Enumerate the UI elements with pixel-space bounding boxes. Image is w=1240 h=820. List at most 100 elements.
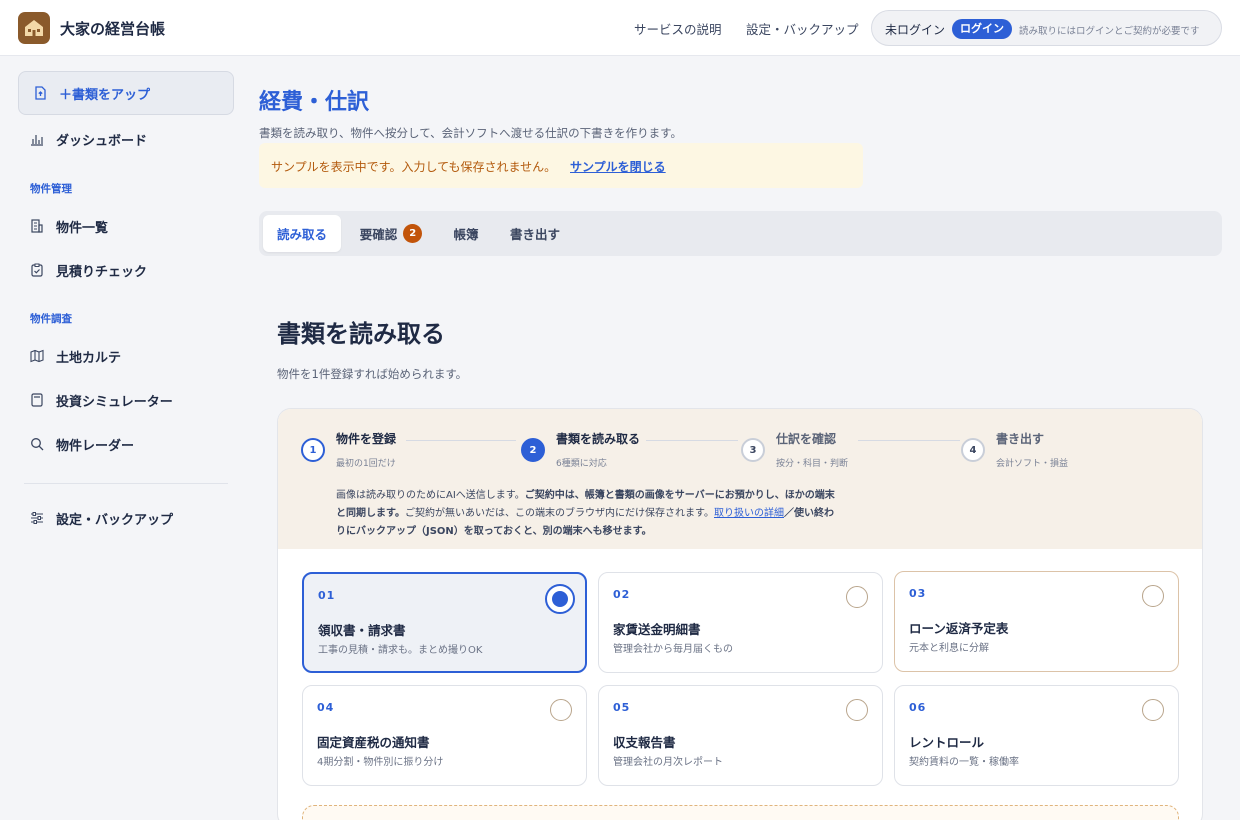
section-description: 物件を1件登録すれば始められます。 — [277, 367, 468, 381]
sidebar-divider — [24, 483, 228, 484]
step-connector — [646, 440, 738, 441]
doc-title: レントロール — [909, 735, 985, 750]
building-icon — [31, 219, 43, 233]
doc-number: 05 — [613, 701, 631, 714]
step-1-label: 物件を登録 — [336, 432, 397, 446]
sample-notice-text: サンプルを表示中です。入力しても保存されません。 — [271, 160, 557, 174]
radio-unselected[interactable] — [1142, 585, 1164, 607]
app-name: 大家の経営台帳 — [60, 19, 166, 38]
radio-unselected[interactable] — [846, 586, 868, 608]
doc-type-card-loan-schedule[interactable]: 03 ローン返済予定表 元本と利息に分解 — [894, 571, 1179, 672]
ai-data-notice: 画像は読み取りのためにAIへ送信します。ご契約中は、帳簿と書類の画像をサーバーに… — [336, 487, 836, 541]
doc-subtitle: 契約賃料の一覧・稼働率 — [909, 757, 1019, 768]
page-title: 経費・仕訳 — [259, 90, 370, 115]
doc-number: 02 — [613, 588, 631, 601]
login-button[interactable]: ログイン — [952, 19, 1012, 39]
radio-unselected[interactable] — [1142, 699, 1164, 721]
doc-subtitle: 工事の見積・請求も。まとめ撮りOK — [318, 645, 483, 656]
sidebar-item-label: 物件レーダー — [56, 438, 135, 454]
tab-ledger[interactable]: 帳簿 — [441, 215, 491, 252]
doc-number: 04 — [317, 701, 335, 714]
doc-number: 03 — [909, 587, 927, 600]
sidebar-item-label: 土地カルテ — [56, 350, 122, 366]
sidebar-item-label: 見積りチェック — [56, 264, 148, 280]
doc-subtitle: 管理会社の月次レポート — [613, 757, 723, 768]
sidebar-item-estimate-check[interactable]: 見積りチェック — [30, 258, 147, 282]
tab-read[interactable]: 読み取る — [263, 215, 341, 252]
radio-unselected[interactable] — [550, 699, 572, 721]
login-status-pill: 未ログイン ログイン 読み取りにはログインとご契約が必要です — [871, 10, 1222, 46]
sidebar-item-dashboard[interactable]: ダッシュボード — [30, 127, 147, 151]
sidebar-section-research: 物件調査 — [30, 313, 72, 325]
sidebar-item-label: 設定・バックアップ — [56, 512, 174, 528]
sidebar-item-property-list[interactable]: 物件一覧 — [30, 214, 108, 238]
doc-type-card-receipt[interactable]: 01 領収書・請求書 工事の見積・請求も。まとめ撮りOK — [302, 572, 587, 673]
sidebar-item-upload[interactable]: ＋書類をアップ — [18, 71, 234, 115]
step-2-label: 書類を読み取る — [556, 432, 641, 446]
step-connector — [406, 440, 516, 441]
nav-settings-backup[interactable]: 設定・バックアップ — [746, 19, 859, 38]
page-description: 書類を読み取り、物件へ按分して、会計ソフトへ渡せる仕訳の下書きを作ります。 — [259, 126, 682, 140]
file-upload-icon — [35, 86, 46, 100]
step-3-circle: 3 — [741, 438, 765, 462]
sidebar-item-label: ダッシュボード — [56, 133, 148, 149]
section-title: 書類を読み取る — [277, 320, 445, 348]
sidebar-item-label: ＋書類をアップ — [59, 87, 151, 103]
tab-label: 帳簿 — [453, 227, 479, 242]
doc-type-card-rent-roll[interactable]: 06 レントロール 契約賃料の一覧・稼働率 — [894, 685, 1179, 786]
step-4-circle: 4 — [961, 438, 985, 462]
top-header: 大家の経営台帳 サービスの説明 設定・バックアップ 未ログイン ログイン 読み取… — [0, 0, 1240, 56]
login-note: 読み取りにはログインとご契約が必要です — [1019, 26, 1200, 37]
sample-notice-banner: サンプルを表示中です。入力しても保存されません。 サンプルを閉じる — [259, 143, 863, 188]
file-dropzone[interactable] — [302, 805, 1179, 820]
doc-title: ローン返済予定表 — [909, 621, 1009, 636]
search-icon — [31, 438, 44, 451]
doc-number: 01 — [318, 589, 336, 602]
sidebar-item-radar[interactable]: 物件レーダー — [30, 432, 134, 456]
doc-title: 家賃送金明細書 — [613, 622, 701, 637]
sidebar-item-simulator[interactable]: 投資シミュレーター — [30, 388, 173, 412]
tab-label: 書き出す — [509, 227, 560, 242]
step-3-sub: 按分・科目・判断 — [776, 459, 849, 469]
sidebar-item-label: 投資シミュレーター — [56, 394, 173, 410]
doc-subtitle: 管理会社から毎月届くもの — [613, 644, 733, 655]
sidebar-item-settings[interactable]: 設定・バックアップ — [30, 506, 173, 530]
login-status-text: 未ログイン — [885, 23, 946, 37]
tab-export[interactable]: 書き出す — [499, 215, 571, 252]
brand[interactable]: 大家の経営台帳 — [18, 12, 165, 44]
sidebar-item-land-chart[interactable]: 土地カルテ — [30, 344, 121, 368]
doc-subtitle: 4期分割・物件別に振り分け — [317, 757, 444, 768]
doc-number: 06 — [909, 701, 927, 714]
doc-type-card-income-report[interactable]: 05 収支報告書 管理会社の月次レポート — [598, 685, 883, 786]
step-4-label: 書き出す — [996, 432, 1045, 446]
doc-type-card-rent-statement[interactable]: 02 家賃送金明細書 管理会社から毎月届くもの — [598, 572, 883, 673]
doc-title: 収支報告書 — [613, 735, 676, 750]
step-connector — [858, 440, 960, 441]
bar-chart-icon — [31, 135, 43, 146]
review-count-badge: 2 — [403, 224, 423, 243]
tab-needs-review[interactable]: 要確認 2 — [349, 215, 433, 252]
sidebar-section-property: 物件管理 — [30, 183, 72, 195]
tab-label: 要確認 — [359, 227, 398, 242]
step-2-circle: 2 — [521, 438, 545, 462]
doc-title: 固定資産税の通知書 — [317, 735, 430, 750]
house-logo-icon — [18, 12, 50, 44]
clipboard-check-icon — [31, 263, 43, 277]
step-3-label: 仕訳を確認 — [776, 432, 837, 446]
notice-text: 画像は読み取りのためにAIへ送信します。 — [336, 490, 525, 501]
stepper-panel: 1 物件を登録 最初の1回だけ 2 書類を読み取る 6種類に対応 3 仕訳を確認… — [278, 409, 1202, 549]
doc-type-card-property-tax[interactable]: 04 固定資産税の通知書 4期分割・物件別に振り分け — [302, 685, 587, 786]
nav-service-description[interactable]: サービスの説明 — [634, 19, 722, 38]
read-documents-card: 1 物件を登録 最初の1回だけ 2 書類を読み取る 6種類に対応 3 仕訳を確認… — [277, 408, 1203, 820]
sliders-icon — [31, 512, 43, 524]
close-sample-link[interactable]: サンプルを閉じる — [570, 158, 666, 175]
doc-subtitle: 元本と利息に分解 — [909, 643, 989, 654]
handling-details-link[interactable]: 取り扱いの詳細 — [714, 508, 784, 519]
radio-selected[interactable] — [545, 584, 575, 614]
tab-label: 読み取る — [276, 227, 327, 242]
tab-bar: 読み取る 要確認 2 帳簿 書き出す — [259, 211, 1222, 256]
radio-unselected[interactable] — [846, 699, 868, 721]
sidebar: ＋書類をアップ ダッシュボード 物件管理 物件一覧 見積りチェック 物件調査 土… — [0, 56, 244, 820]
step-2-sub: 6種類に対応 — [556, 459, 607, 469]
map-icon — [30, 349, 44, 363]
